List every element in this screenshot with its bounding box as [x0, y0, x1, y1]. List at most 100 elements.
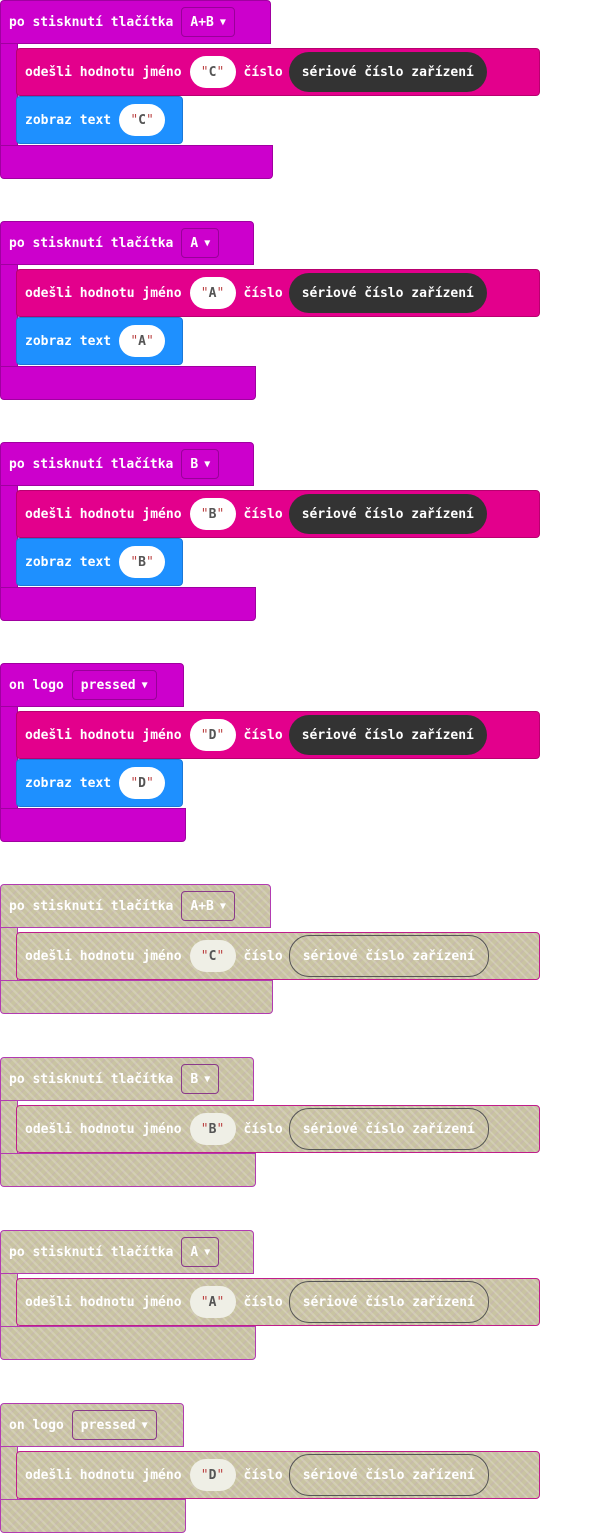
serial-number-reporter[interactable]: sériové číslo zařízení	[288, 1281, 489, 1323]
name-string-input[interactable]: " D "	[189, 719, 236, 751]
name-string-input[interactable]: " D "	[189, 1459, 236, 1491]
event-label: po stisknutí tlačítka	[9, 14, 174, 30]
name-value: B	[208, 1121, 217, 1137]
event-footer	[0, 1153, 256, 1187]
event-header[interactable]: po stisknutí tlačítka A+B ▼	[0, 0, 271, 44]
name-string-input[interactable]: " A "	[189, 1286, 236, 1318]
name-string-input[interactable]: " B "	[189, 498, 236, 530]
serial-number-reporter[interactable]: sériové číslo zařízení	[288, 273, 487, 313]
event-block-b[interactable]: po stisknutí tlačítka B ▼ odešli hodnotu …	[0, 442, 540, 621]
dropdown-value: pressed	[80, 677, 136, 693]
name-value: D	[208, 1467, 217, 1483]
radio-send-value-block[interactable]: odešli hodnotu jméno " C " číslo sériové č…	[16, 48, 540, 96]
send-label: odešli hodnotu jméno	[25, 506, 182, 522]
button-dropdown[interactable]: A+B ▼	[181, 7, 235, 37]
name-string-input[interactable]: " B "	[189, 1113, 236, 1145]
radio-send-value-block[interactable]: odešli hodnotu jméno " D " číslo sériové č…	[16, 711, 540, 759]
event-footer	[0, 980, 273, 1014]
dropdown-value: A	[190, 235, 199, 251]
event-block-a-plus-b[interactable]: po stisknutí tlačítka A+B ▼ odešli hodnot…	[0, 0, 540, 179]
button-dropdown[interactable]: A ▼	[181, 1237, 220, 1267]
event-header[interactable]: po stisknutí tlačítka A ▼	[0, 221, 254, 265]
name-string-input[interactable]: " C "	[189, 56, 236, 88]
send-label: odešli hodnotu jméno	[25, 1121, 182, 1137]
number-label: číslo	[243, 506, 283, 522]
radio-send-value-block[interactable]: odešli hodnotu jméno " A " číslo sériové č…	[16, 1278, 540, 1326]
event-header[interactable]: on logo pressed ▼	[0, 663, 184, 707]
event-header[interactable]: po stisknutí tlačítka A+B ▼	[0, 884, 271, 928]
dropdown-value: B	[190, 456, 199, 472]
show-string-input[interactable]: " C "	[119, 104, 166, 136]
event-footer	[0, 145, 273, 179]
event-footer	[0, 1326, 256, 1360]
event-footer	[0, 808, 186, 842]
serial-number-reporter[interactable]: sériové číslo zařízení	[288, 52, 487, 92]
show-string-input[interactable]: " D "	[119, 767, 166, 799]
dropdown-arrow-icon: ▼	[204, 1073, 211, 1085]
number-label: číslo	[243, 64, 283, 80]
number-label: číslo	[243, 1467, 283, 1483]
radio-send-value-block[interactable]: odešli hodnotu jméno " A " číslo sériové č…	[16, 269, 540, 317]
disabled-event-block-logo[interactable]: on logo pressed ▼ odešli hodnotu jméno " D…	[0, 1403, 540, 1533]
serial-number-reporter[interactable]: sériové číslo zařízení	[288, 715, 487, 755]
button-dropdown[interactable]: A ▼	[181, 228, 220, 258]
button-dropdown[interactable]: A+B ▼	[181, 891, 235, 921]
radio-send-value-block[interactable]: odešli hodnotu jméno " D " číslo sériové č…	[16, 1451, 540, 1499]
disabled-event-block-a-plus-b[interactable]: po stisknutí tlačítka A+B ▼ odešli hodnot…	[0, 884, 540, 1014]
event-label: po stisknutí tlačítka	[9, 235, 174, 251]
radio-send-value-block[interactable]: odešli hodnotu jméno " C " číslo sériové č…	[16, 932, 540, 980]
event-label: po stisknutí tlačítka	[9, 1244, 174, 1260]
number-label: číslo	[243, 1121, 283, 1137]
number-label: číslo	[243, 948, 283, 964]
event-label: po stisknutí tlačítka	[9, 1071, 174, 1087]
serial-number-reporter[interactable]: sériové číslo zařízení	[288, 494, 487, 534]
dropdown-arrow-icon: ▼	[219, 16, 226, 28]
dropdown-value: A+B	[190, 14, 214, 30]
disabled-event-block-b[interactable]: po stisknutí tlačítka B ▼ odešli hodnotu …	[0, 1057, 540, 1187]
button-dropdown[interactable]: B ▼	[181, 1064, 220, 1094]
button-dropdown[interactable]: B ▼	[181, 449, 220, 479]
event-header[interactable]: po stisknutí tlačítka B ▼	[0, 442, 254, 486]
event-header[interactable]: on logo pressed ▼	[0, 1403, 184, 1447]
event-block-logo[interactable]: on logo pressed ▼ odešli hodnotu jméno " D…	[0, 663, 540, 842]
event-footer	[0, 1499, 186, 1533]
event-header[interactable]: po stisknutí tlačítka A ▼	[0, 1230, 254, 1274]
radio-send-value-block[interactable]: odešli hodnotu jméno " B " číslo sériové č…	[16, 490, 540, 538]
event-header[interactable]: po stisknutí tlačítka B ▼	[0, 1057, 254, 1101]
radio-send-value-block[interactable]: odešli hodnotu jméno " B " číslo sériové č…	[16, 1105, 540, 1153]
show-string-block[interactable]: zobraz text " A "	[16, 317, 183, 365]
event-label: po stisknutí tlačítka	[9, 456, 174, 472]
show-value: D	[138, 775, 146, 791]
show-string-block[interactable]: zobraz text " B "	[16, 538, 183, 586]
show-string-block[interactable]: zobraz text " C "	[16, 96, 183, 144]
serial-number-reporter[interactable]: sériové číslo zařízení	[288, 935, 489, 977]
event-footer	[0, 366, 256, 400]
show-string-input[interactable]: " B "	[119, 546, 166, 578]
name-value: D	[208, 727, 217, 743]
send-label: odešli hodnotu jméno	[25, 727, 182, 743]
show-string-input[interactable]: " A "	[119, 325, 166, 357]
dropdown-arrow-icon: ▼	[141, 1419, 148, 1431]
number-label: číslo	[243, 1294, 283, 1310]
name-value: B	[208, 506, 217, 522]
event-footer	[0, 587, 256, 621]
name-string-input[interactable]: " A "	[189, 277, 236, 309]
event-block-a[interactable]: po stisknutí tlačítka A ▼ odešli hodnotu …	[0, 221, 540, 400]
send-label: odešli hodnotu jméno	[25, 64, 182, 80]
serial-number-reporter[interactable]: sériové číslo zařízení	[288, 1454, 489, 1496]
show-string-block[interactable]: zobraz text " D "	[16, 759, 183, 807]
logo-dropdown[interactable]: pressed ▼	[71, 1410, 157, 1440]
send-label: odešli hodnotu jméno	[25, 285, 182, 301]
show-label: zobraz text	[25, 554, 112, 570]
number-label: číslo	[243, 727, 283, 743]
name-value: A	[208, 285, 217, 301]
logo-dropdown[interactable]: pressed ▼	[71, 670, 157, 700]
name-value: C	[208, 948, 217, 964]
event-label: on logo	[9, 677, 64, 693]
disabled-event-block-a[interactable]: po stisknutí tlačítka A ▼ odešli hodnotu …	[0, 1230, 540, 1360]
dropdown-arrow-icon: ▼	[204, 237, 211, 249]
send-label: odešli hodnotu jméno	[25, 948, 182, 964]
serial-number-reporter[interactable]: sériové číslo zařízení	[288, 1108, 489, 1150]
name-string-input[interactable]: " C "	[189, 940, 236, 972]
dropdown-value: B	[190, 1071, 199, 1087]
